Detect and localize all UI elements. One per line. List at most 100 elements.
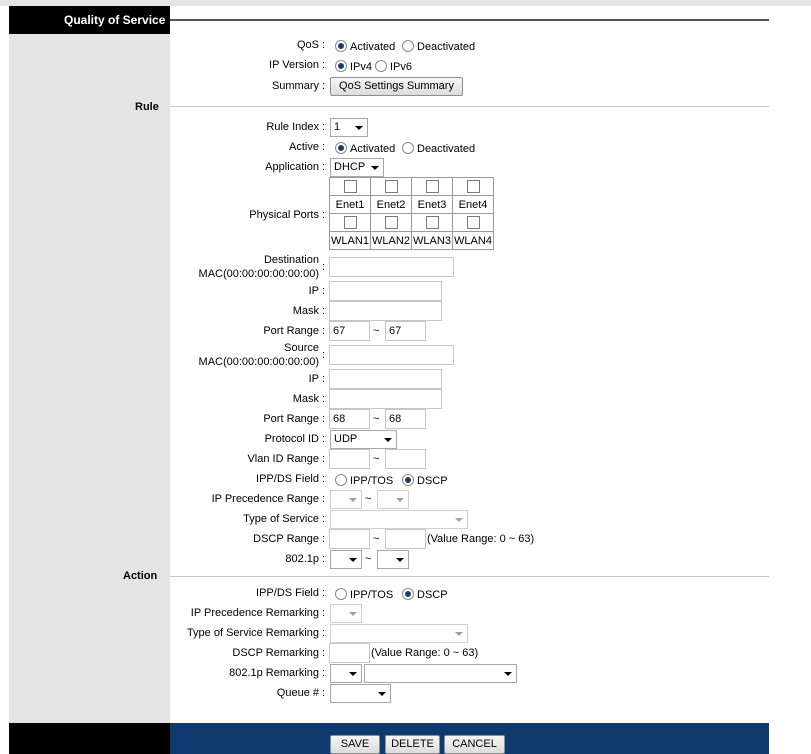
colon: : — [322, 305, 326, 317]
type-of-service-select[interactable] — [330, 510, 468, 529]
ipv6-label: IPv6 — [390, 61, 413, 73]
8021p-remarking-select[interactable] — [330, 664, 362, 683]
destination-port-to-input[interactable] — [385, 321, 426, 341]
port-label: WLAN4 — [452, 231, 494, 250]
protocol-id-select[interactable]: UDP — [330, 430, 397, 449]
vlan-id-range-label: Vlan ID Range — [247, 453, 319, 465]
destination-mask-input[interactable] — [329, 301, 442, 321]
chevron-down-icon — [371, 166, 379, 170]
active-deactivated-radio[interactable] — [402, 142, 414, 154]
dscp-value-range-hint: (Value Range: 0 ~ 63) — [427, 533, 535, 545]
destination-ip-input[interactable] — [329, 281, 442, 301]
port-label: WLAN3 — [411, 231, 453, 250]
rule-divider — [170, 106, 769, 107]
active-label: Active — [289, 141, 319, 153]
sidebar — [9, 6, 170, 754]
ipv6-radio[interactable] — [375, 60, 387, 72]
rule-ipptos-radio[interactable] — [335, 474, 347, 486]
wlan4-checkbox[interactable] — [466, 216, 480, 229]
ip-precedence-from-select[interactable] — [330, 490, 362, 509]
wlan1-checkbox[interactable] — [343, 216, 357, 229]
destination-port-from-input[interactable] — [329, 321, 370, 341]
chevron-down-icon — [355, 126, 363, 130]
8021p-remarking-label: 802.1p Remarking — [229, 667, 319, 679]
enet3-checkbox[interactable] — [425, 180, 439, 193]
destination-mask-label: Mask — [292, 305, 319, 317]
8021p-from-select[interactable] — [330, 550, 362, 569]
colon: : — [322, 413, 326, 425]
action-dscp-radio[interactable] — [402, 588, 414, 600]
colon: : — [322, 373, 326, 385]
wlan2-checkbox[interactable] — [384, 216, 398, 229]
colon: : — [322, 121, 326, 133]
qos-label: QoS — [296, 39, 319, 51]
ip-precedence-to-select[interactable] — [377, 490, 409, 509]
type-of-service-label: Type of Service — [243, 513, 319, 525]
rule-index-select[interactable]: 1 — [330, 118, 368, 137]
source-port-from-input[interactable] — [329, 409, 370, 429]
physical-ports-table: Enet1 Enet2 Enet3 Enet4 WLAN1 WLAN2 WLAN… — [329, 177, 494, 250]
chevron-down-icon — [349, 672, 357, 676]
enet1-checkbox[interactable] — [343, 180, 357, 193]
dscp-from-input[interactable] — [329, 529, 370, 549]
source-ip-input[interactable] — [329, 369, 442, 389]
dscp-remarking-input[interactable] — [329, 643, 370, 663]
chevron-down-icon — [349, 558, 357, 562]
queue-label: Queue # — [276, 687, 319, 699]
chevron-down-icon — [349, 498, 357, 502]
dscp-remarking-label: DSCP Remarking — [232, 647, 319, 659]
section-rule: Rule — [135, 101, 159, 113]
port-label: WLAN2 — [370, 231, 412, 250]
colon: : — [322, 453, 326, 465]
enet4-checkbox[interactable] — [466, 180, 480, 193]
active-activated-radio[interactable] — [335, 142, 347, 154]
action-dscp-label: DSCP — [417, 589, 448, 601]
save-button[interactable]: SAVE — [330, 735, 380, 754]
cancel-button[interactable]: CANCEL — [444, 735, 505, 754]
destination-mac-input[interactable] — [329, 257, 454, 277]
destination-label: Destination — [263, 254, 319, 266]
colon: : — [322, 513, 326, 525]
port-cell — [329, 177, 371, 196]
rule-index-label: Rule Index — [266, 121, 319, 133]
rule-dscp-radio[interactable] — [402, 474, 414, 486]
rule-ippds-field-label: IPP/DS Field — [256, 473, 319, 485]
destination-mac-label: MAC(00:00:00:00:00:00) — [198, 268, 319, 280]
qos-activated-radio[interactable] — [335, 40, 347, 52]
port-label: Enet3 — [411, 195, 453, 214]
8021p-to-select[interactable] — [377, 550, 409, 569]
application-value: DHCP — [334, 161, 366, 173]
8021p-remarking-secondary-select[interactable] — [364, 664, 517, 683]
qos-deactivated-radio[interactable] — [402, 40, 414, 52]
ip-precedence-remarking-select[interactable] — [330, 604, 362, 623]
port-cell — [411, 177, 453, 196]
colon: : — [322, 39, 326, 51]
range-tilde: ~ — [373, 533, 380, 545]
enet2-checkbox[interactable] — [384, 180, 398, 193]
source-ip-label: IP — [308, 373, 319, 385]
qos-activated-label: Activated — [350, 41, 396, 53]
action-ipptos-radio[interactable] — [335, 588, 347, 600]
application-select[interactable]: DHCP — [330, 158, 384, 177]
source-port-to-input[interactable] — [385, 409, 426, 429]
colon: : — [322, 647, 326, 659]
colon: : — [322, 325, 326, 337]
queue-select[interactable] — [330, 684, 391, 703]
qos-settings-summary-button[interactable]: QoS Settings Summary — [330, 77, 463, 96]
dscp-to-input[interactable] — [385, 529, 426, 549]
tos-remarking-select[interactable] — [330, 624, 468, 643]
colon: : — [322, 393, 326, 405]
vlan-id-to-input[interactable] — [385, 449, 426, 469]
source-mac-input[interactable] — [329, 345, 454, 365]
vlan-id-from-input[interactable] — [329, 449, 370, 469]
ip-version-label: IP Version — [269, 59, 319, 71]
delete-button[interactable]: DELETE — [385, 735, 440, 754]
application-label: Application — [265, 161, 319, 173]
chevron-down-icon — [455, 518, 463, 522]
wlan3-checkbox[interactable] — [425, 216, 439, 229]
action-ipptos-label: IPP/TOS — [350, 589, 394, 601]
source-mask-input[interactable] — [329, 389, 442, 409]
ipv4-radio[interactable] — [335, 60, 347, 72]
colon: : — [322, 553, 326, 565]
chevron-down-icon — [455, 632, 463, 636]
